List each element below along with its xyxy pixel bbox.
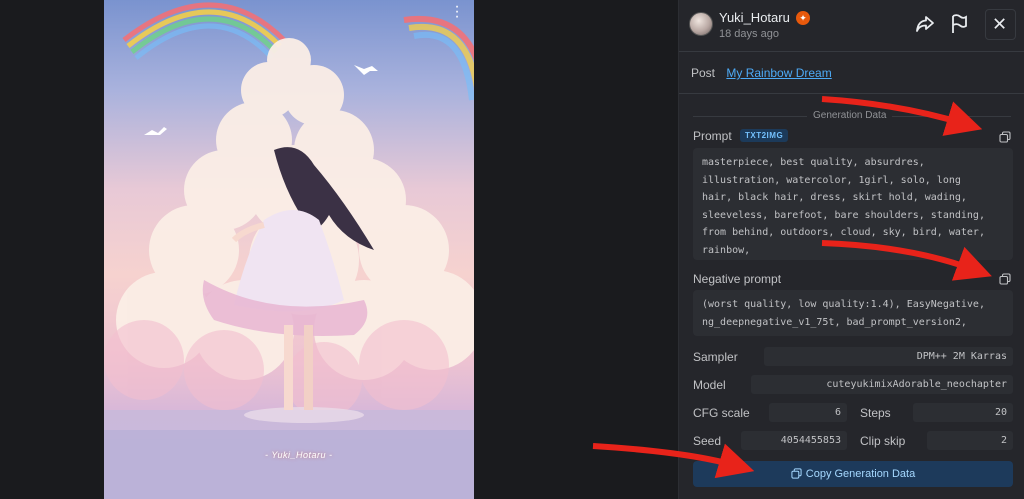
prompt-label: Prompt [693,129,732,143]
close-icon [994,18,1005,29]
post-row: Post My Rainbow Dream [691,66,832,80]
post-title-link[interactable]: My Rainbow Dream [726,66,831,80]
post-timestamp: 18 days ago [719,28,779,40]
model-label: Model [693,378,726,392]
panel-header: Yuki_Hotaru ✦ 18 days ago [679,0,1024,52]
sampler-label: Sampler [693,350,738,364]
close-button[interactable] [985,9,1016,40]
negative-prompt-label: Negative prompt [693,272,782,286]
divider [679,93,1024,94]
clip-skip-value: 2 [927,431,1013,450]
negative-prompt-text: (worst quality, low quality:1.4), EasyNe… [693,290,1013,336]
copy-negative-prompt-icon[interactable] [999,273,1011,285]
seed-label: Seed [693,434,722,448]
cfg-scale-value: 6 [769,403,847,422]
clip-skip-label: Clip skip [860,434,906,448]
more-vertical-icon[interactable]: · · · [452,0,462,25]
image-viewer: · · · - Yuki_Hotaru - [0,0,678,499]
seed-value: 4054455853 [741,431,847,450]
steps-value: 20 [913,403,1013,422]
steps-label: Steps [860,406,891,420]
post-label: Post [691,66,716,80]
post-detail-panel: Yuki_Hotaru ✦ 18 days ago Post My Rainbo… [678,0,1024,499]
artwork-image [104,0,474,499]
avatar[interactable] [689,12,713,36]
flag-icon[interactable] [947,12,971,36]
artwork-illustration [104,2,474,499]
copy-icon [791,468,802,479]
prompt-type-badge: TXT2IMG [740,129,789,142]
share-icon[interactable] [913,12,937,36]
watermark-text: - Yuki_Hotaru - [265,450,333,460]
copy-generation-data-label: Copy Generation Data [805,468,916,480]
generation-section-title: Generation Data [807,110,893,121]
copy-generation-data-button[interactable]: Copy Generation Data [693,461,1013,487]
sampler-value: DPM++ 2M Karras [764,347,1013,366]
copy-prompt-icon[interactable] [999,131,1011,143]
username[interactable]: Yuki_Hotaru [719,10,790,25]
badge-icon: ✦ [796,11,810,25]
cfg-scale-label: CFG scale [693,406,750,420]
prompt-text: masterpiece, best quality, absurdres, il… [693,148,1013,260]
model-value: cuteyukimixAdorable_neochapter [751,375,1013,394]
